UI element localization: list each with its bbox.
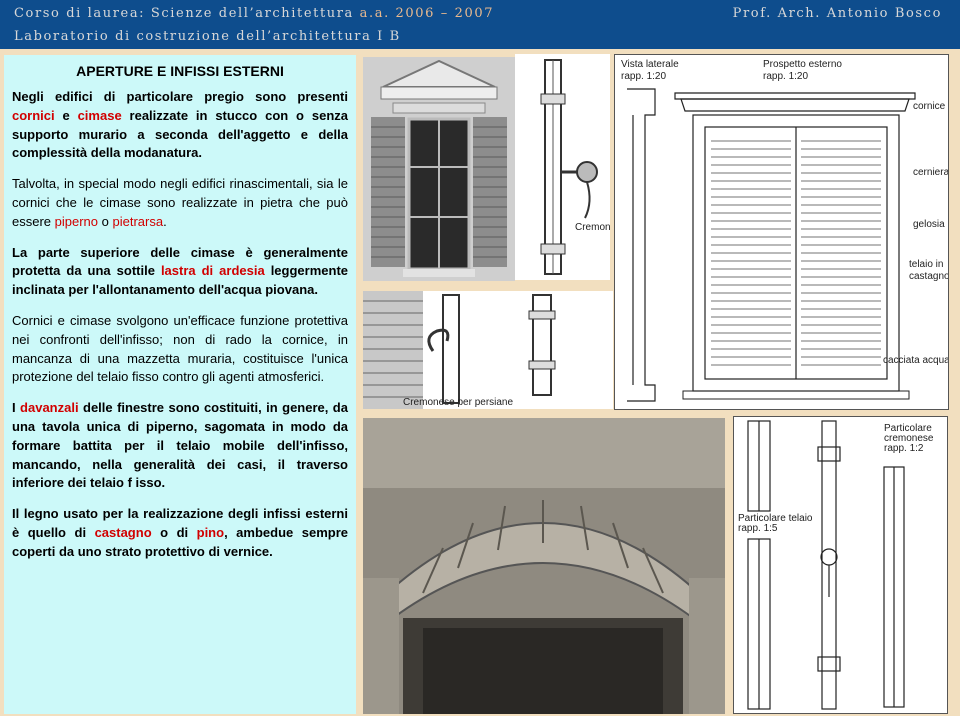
label-vista-laterale-scale: rapp. 1:20 [621, 71, 666, 82]
term-davanzali: davanzali [20, 400, 79, 416]
text-panel: APERTURE E INFISSI ESTERNI Negli edifici… [4, 55, 356, 714]
header-bar: Corso di laurea: Scienze dell’architettu… [0, 0, 960, 49]
term-castagno: castagno [94, 524, 152, 540]
lab-name: Laboratorio di costruzione dell’architet… [14, 29, 401, 44]
cremonese-caption: Cremonese [575, 222, 610, 233]
paragraph-legno: Il legno usato per la realizzazione degl… [12, 506, 348, 559]
window-photo [363, 57, 515, 281]
detail-drawing: Particolare cremonese rapp. 1:2 Particol… [733, 416, 948, 714]
cremonese-persiane-caption: Cremonese per persiane [403, 397, 513, 408]
term-ardesia: lastra di ardesia [160, 263, 265, 279]
stone-arch-photo [363, 418, 725, 714]
label-gelosia: gelosia [913, 219, 945, 230]
paragraph-davanzali: I davanzali delle finestre sono costitui… [12, 400, 348, 491]
professor-name: Prof. Arch. Antonio Bosco [732, 6, 942, 21]
label-telaio-scale: rapp. 1:5 [738, 523, 778, 534]
header-course-row: Corso di laurea: Scienze dell’architettu… [14, 6, 942, 21]
paragraph-protezione: Cornici e cimase svolgono un'efficace fu… [12, 312, 348, 385]
label-telaio: telaio in [909, 259, 943, 270]
body-text: Negli edifici di particolare pregio sono… [12, 88, 348, 574]
label-prospetto: Prospetto esterno [763, 59, 842, 70]
paragraph-pietra: Talvolta, in special modo negli edifici … [12, 176, 348, 229]
label-cremonese-scale: rapp. 1:2 [884, 443, 924, 454]
label-prospetto-scale: rapp. 1:20 [763, 71, 808, 82]
term-cimase: cimase [77, 107, 122, 123]
label-vista-laterale: Vista laterale [621, 59, 679, 70]
page-title: APERTURE E INFISSI ESTERNI [76, 63, 284, 79]
term-pino: pino [196, 524, 225, 540]
term-pietrarsa: pietrarsa [112, 213, 164, 229]
label-cacciata: cacciata acqua [883, 355, 948, 366]
cremonese-drawing: Cremonese [515, 54, 610, 280]
label-cerniera: cerniera [913, 167, 948, 178]
academic-year: a.a. 2006 – 2007 [359, 6, 495, 21]
paragraph-ardesia: La parte superiore delle cimase è genera… [12, 244, 348, 298]
label-cornice: cornice [913, 101, 946, 112]
term-piperno: piperno [54, 213, 99, 229]
elevation-drawing: Vista laterale rapp. 1:20 Prospetto este… [614, 54, 949, 410]
paragraph-cornici: Negli edifici di particolare pregio sono… [12, 89, 348, 161]
course-name: Corso di laurea: Scienze dell’architettu… [14, 6, 354, 21]
label-castagno: castagno [909, 271, 948, 282]
term-cornici: cornici [12, 107, 55, 123]
cremonese-persiane-drawing: Cremonese per persiane [363, 291, 613, 409]
